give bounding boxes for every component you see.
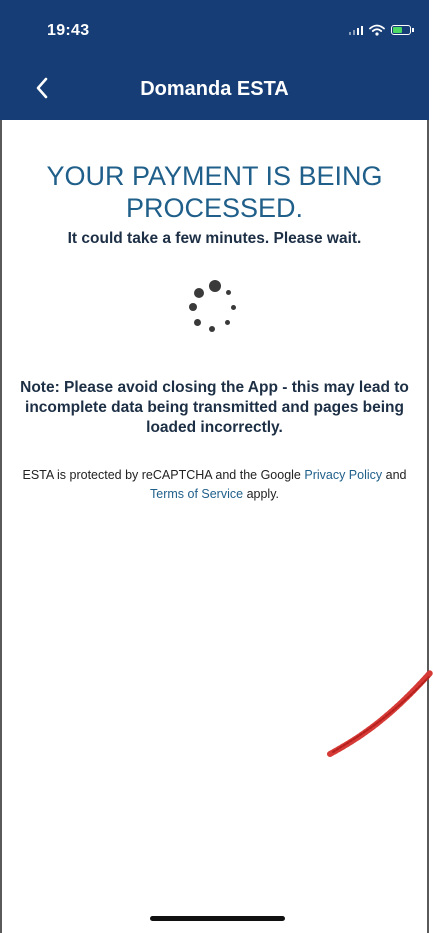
app-screen: 19:43 Domanda ESTA YOUR PAYMENT IS BEING… — [0, 0, 433, 933]
spinner-dot — [224, 320, 230, 325]
payment-processing-heading: YOUR PAYMENT IS BEING PROCESSED. — [46, 161, 383, 223]
recaptcha-text: ESTA is protected by reCAPTCHA and the G… — [22, 468, 305, 482]
page-title: Domanda ESTA — [140, 78, 289, 100]
recaptcha-text-and: and — [382, 468, 407, 482]
device-edge-right — [427, 0, 429, 933]
cellular-signal-icon — [349, 25, 363, 35]
privacy-policy-link[interactable]: Privacy Policy — [304, 468, 382, 482]
spinner-dot — [208, 326, 215, 332]
payment-status-panel: YOUR PAYMENT IS BEING PROCESSED. It coul… — [20, 160, 409, 504]
device-edge-left — [0, 0, 2, 933]
app-closing-note: Note: Please avoid closing the App - thi… — [20, 379, 409, 436]
wait-message: It could take a few minutes. Please wait… — [67, 230, 362, 247]
terms-of-service-link[interactable]: Terms of Service — [150, 487, 243, 501]
home-indicator[interactable] — [150, 916, 285, 921]
status-time: 19:43 — [47, 22, 90, 39]
spinner-dot — [188, 303, 197, 311]
loading-spinner-icon — [185, 280, 245, 340]
recaptcha-text-apply: apply. — [243, 487, 279, 501]
spinner-dot — [230, 305, 236, 310]
spinner-dot — [208, 280, 221, 292]
recaptcha-notice: ESTA is protected by reCAPTCHA and the G… — [20, 466, 409, 504]
status-icons — [349, 24, 414, 36]
red-scribble-mark — [327, 670, 433, 757]
wifi-icon — [369, 24, 385, 36]
app-header: 19:43 Domanda ESTA — [0, 0, 429, 120]
spinner-dot — [193, 319, 201, 326]
battery-charging-icon — [391, 25, 414, 35]
spinner-dot — [225, 290, 231, 295]
spinner-dot — [193, 288, 204, 298]
